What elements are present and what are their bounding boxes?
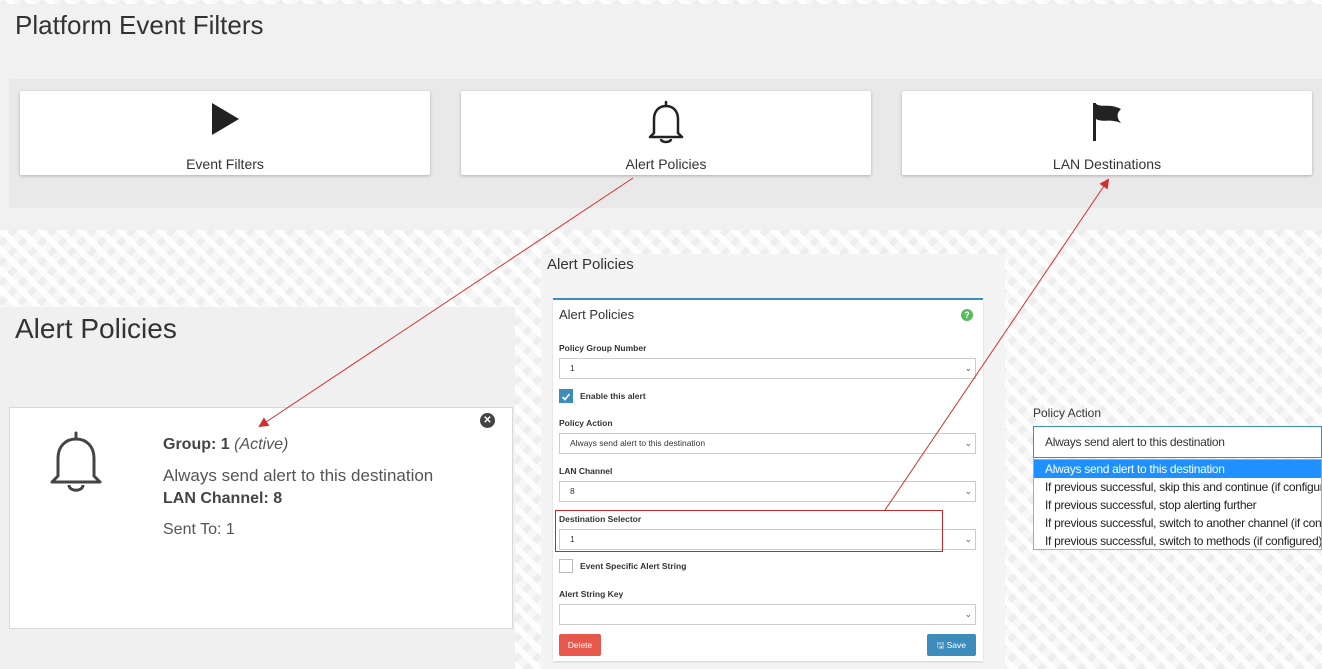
arrow-to-lan-destinations (884, 178, 1110, 511)
arrow-to-policy-card (258, 177, 634, 428)
annotation-arrows (258, 177, 1110, 511)
